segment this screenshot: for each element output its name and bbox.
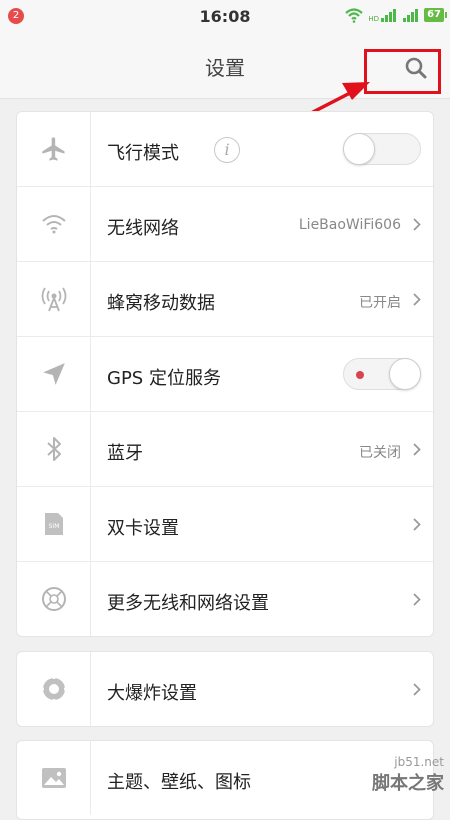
big-bang-icon (17, 652, 91, 726)
watermark: jb51.net 脚本之家 (372, 755, 444, 795)
airplane-mode-toggle[interactable] (343, 133, 421, 165)
setting-value: 已关闭 (359, 445, 401, 461)
airplane-icon (17, 112, 91, 186)
setting-row-big-bang[interactable]: 大爆炸设置 (17, 652, 433, 726)
chevron-right-icon (413, 293, 421, 306)
setting-label: 飞行模式 (107, 143, 179, 164)
settings-card-network: 飞行模式 i 无线网络 LieBaoWiFi606 蜂窝移动数据 已开启 GPS… (16, 111, 434, 637)
setting-row-wifi[interactable]: 无线网络 LieBaoWiFi606 (17, 187, 433, 262)
bluetooth-icon (17, 412, 91, 486)
wifi-icon (17, 187, 91, 261)
picture-icon (17, 741, 91, 815)
battery-icon: 67 (424, 8, 447, 22)
setting-row-airplane-mode[interactable]: 飞行模式 i (17, 112, 433, 187)
sim-card-icon: SIM (17, 487, 91, 561)
cellular-antenna-icon (17, 262, 91, 336)
setting-value: LieBaoWiFi606 (298, 217, 401, 233)
wifi-icon (345, 8, 364, 23)
setting-label: 无线网络 (107, 218, 179, 239)
setting-label: 大爆炸设置 (107, 683, 197, 704)
watermark-url: jb51.net (394, 755, 444, 769)
setting-value: 已开启 (359, 295, 401, 311)
status-bar: 2 16:08 HD 67 (0, 0, 450, 32)
signal-label: HD (368, 15, 380, 23)
setting-label: 主题、壁纸、图标 (107, 772, 251, 793)
chevron-right-icon (413, 683, 421, 696)
signal-icon (403, 9, 419, 22)
status-icons: HD 67 (344, 7, 447, 23)
setting-label: 更多无线和网络设置 (107, 593, 269, 614)
setting-row-bluetooth[interactable]: 蓝牙 已关闭 (17, 412, 433, 487)
toggle-knob (343, 133, 375, 165)
signal-icon (381, 9, 397, 22)
chevron-right-icon (413, 218, 421, 231)
toggle-on-indicator (356, 371, 364, 379)
gps-toggle[interactable] (343, 358, 421, 390)
setting-label: GPS 定位服务 (107, 368, 221, 389)
setting-row-gps[interactable]: GPS 定位服务 (17, 337, 433, 412)
setting-label: 蜂窝移动数据 (107, 293, 215, 314)
annotation-highlight-box (364, 49, 441, 94)
location-arrow-icon (17, 337, 91, 411)
setting-row-more-network[interactable]: 更多无线和网络设置 (17, 562, 433, 636)
network-globe-icon (17, 562, 91, 636)
setting-label: 双卡设置 (107, 518, 179, 539)
toggle-knob (389, 358, 421, 390)
settings-card-big-bang: 大爆炸设置 (16, 651, 434, 727)
chevron-right-icon (413, 518, 421, 531)
chevron-right-icon (413, 443, 421, 456)
chevron-right-icon (413, 593, 421, 606)
setting-row-dual-sim[interactable]: SIM 双卡设置 (17, 487, 433, 562)
setting-label: 蓝牙 (107, 443, 143, 464)
info-icon[interactable]: i (214, 137, 240, 163)
watermark-text: 脚本之家 (372, 773, 444, 794)
svg-text:SIM: SIM (48, 523, 59, 530)
setting-row-cellular-data[interactable]: 蜂窝移动数据 已开启 (17, 262, 433, 337)
